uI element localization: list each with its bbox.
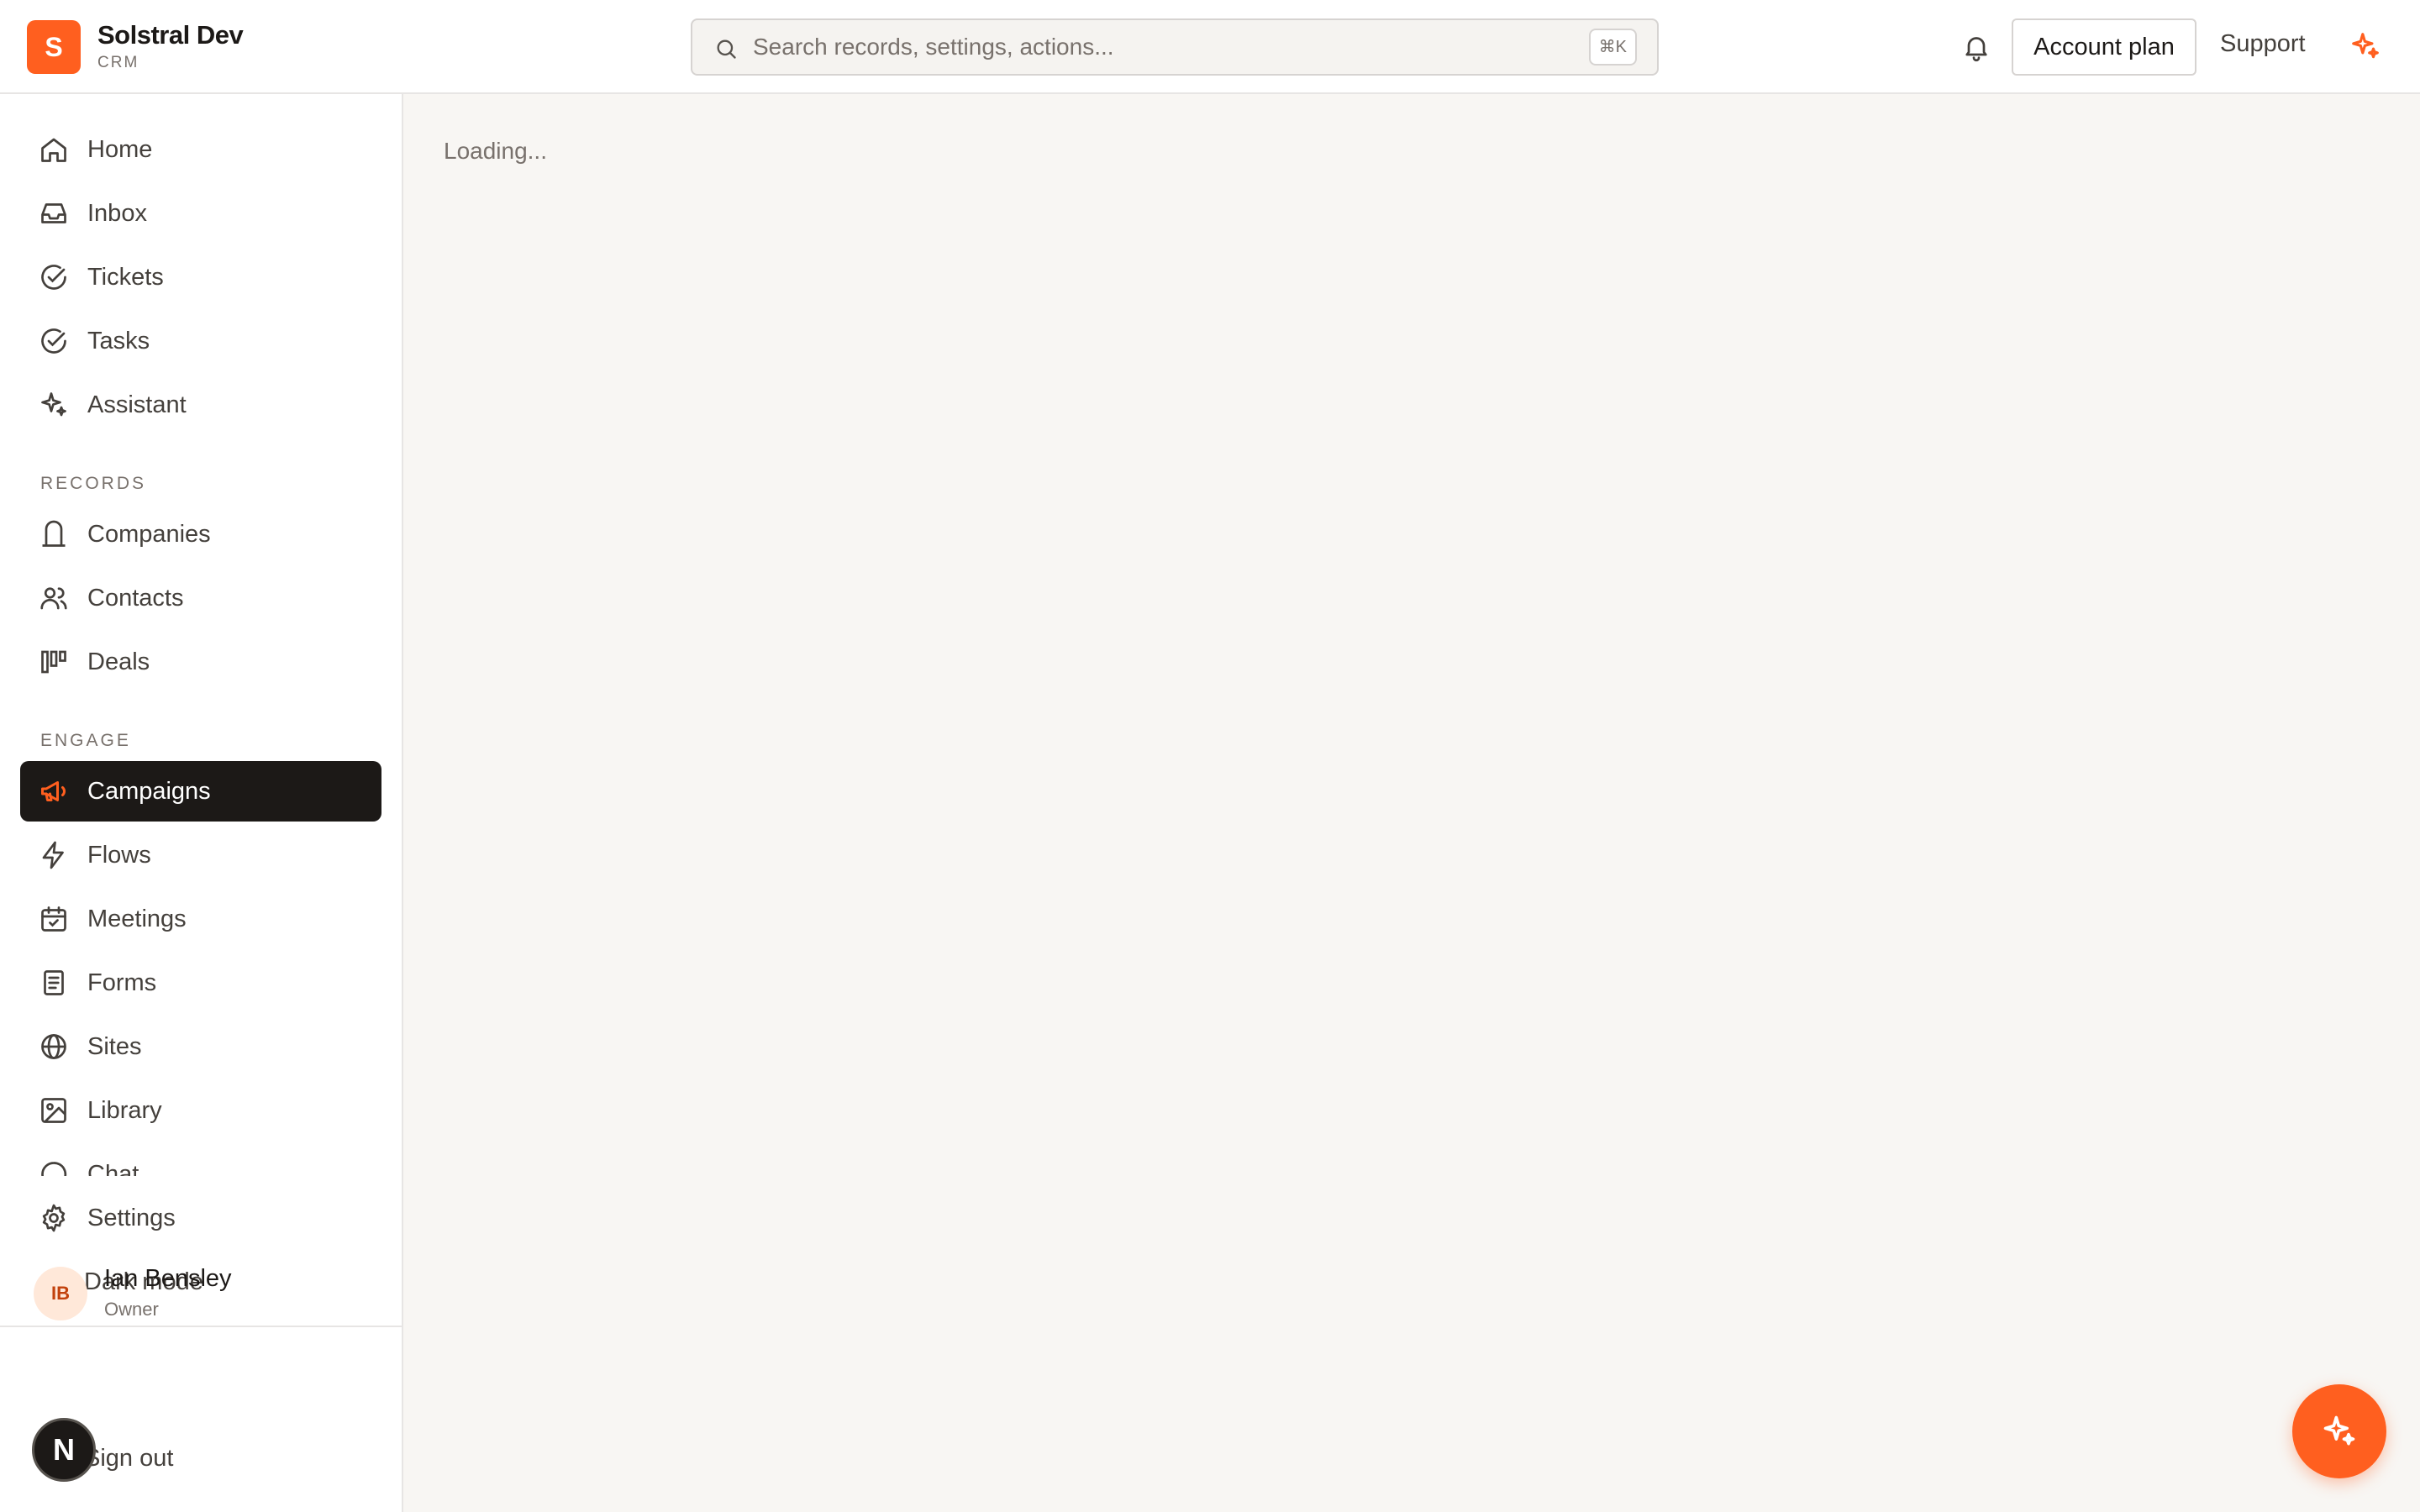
workspace-subtitle: CRM	[97, 54, 139, 71]
users-icon	[40, 587, 67, 610]
sidebar-item-label: Sites	[87, 1033, 142, 1060]
inbox-icon	[41, 203, 66, 223]
sidebar-item-campaigns[interactable]: Campaigns	[20, 761, 381, 822]
sparkle-icon	[41, 392, 66, 417]
sidebar-scroll-area[interactable]: Home Inbox Tickets Tasks Assistant RECOR…	[0, 94, 403, 1176]
user-role: Owner	[104, 1299, 159, 1320]
kanban-icon	[41, 650, 66, 674]
avatar[interactable]: IB	[34, 1267, 87, 1320]
bell-icon[interactable]	[1961, 32, 1991, 62]
home-icon	[41, 138, 66, 162]
check-circle-icon	[41, 328, 66, 354]
sidebar-item-label: Contacts	[87, 585, 184, 612]
sidebar-item-label: Forms	[87, 969, 157, 996]
global-search[interactable]: ⌘K	[691, 18, 1659, 76]
calendar-icon	[41, 906, 66, 932]
sidebar-item-tickets[interactable]: Tickets	[20, 247, 381, 307]
sidebar-item-label: Tickets	[87, 264, 164, 291]
sidebar-item-label: Flows	[87, 842, 151, 869]
section-label-records: RECORDS	[40, 474, 147, 493]
sidebar-item-companies[interactable]: Companies	[20, 504, 381, 564]
sidebar-item-library[interactable]: Library	[20, 1080, 381, 1141]
workspace-name: Solstral Dev	[97, 20, 244, 50]
assistant-fab-button[interactable]	[2292, 1384, 2386, 1478]
loading-text: Loading...	[444, 138, 547, 164]
main-content: Loading...	[403, 94, 2420, 1512]
user-name: Ian Bensley	[104, 1265, 232, 1292]
sidebar-item-label: Inbox	[87, 200, 147, 227]
sparkle-icon[interactable]	[2349, 30, 2381, 62]
sidebar-item-label: Deals	[87, 648, 150, 675]
sidebar-item-label: Settings	[87, 1205, 176, 1231]
chat-icon	[41, 1162, 67, 1176]
dev-tools-badge[interactable]: N	[32, 1418, 96, 1482]
sidebar-item-settings[interactable]: Settings	[20, 1188, 381, 1248]
form-icon	[44, 970, 64, 995]
sidebar-item-label: Meetings	[87, 906, 187, 932]
sidebar-item-label: Tasks	[87, 328, 150, 354]
sign-out-button[interactable]: Sign out	[84, 1445, 173, 1473]
sidebar-item-label: Assistant	[87, 391, 187, 418]
sidebar-item-label: Home	[87, 136, 153, 163]
building-icon	[42, 520, 66, 547]
sidebar-item-home[interactable]: Home	[20, 119, 381, 180]
search-input[interactable]	[753, 30, 1576, 64]
megaphone-icon	[41, 781, 66, 801]
check-circle-icon	[41, 265, 66, 290]
sidebar-item-chat[interactable]: Chat	[20, 1144, 381, 1176]
sparkle-icon	[2323, 1415, 2355, 1446]
globe-icon	[41, 1034, 66, 1059]
sidebar-item-label: Library	[87, 1097, 162, 1124]
account-plan-button[interactable]: Account plan	[2012, 18, 2196, 76]
top-bar: S Solstral Dev CRM ⌘K Account plan Suppo…	[0, 0, 2420, 94]
sidebar-item-flows[interactable]: Flows	[20, 825, 381, 885]
app-logo[interactable]: S	[27, 20, 81, 74]
gear-icon	[42, 1204, 66, 1232]
sidebar-item-label: Companies	[87, 521, 211, 548]
divider	[0, 1326, 403, 1327]
search-shortcut-hint: ⌘K	[1588, 29, 1637, 66]
section-label-engage: ENGAGE	[40, 731, 131, 750]
search-icon	[717, 39, 736, 59]
sidebar-item-label: Campaigns	[87, 778, 211, 805]
sidebar-item-forms[interactable]: Forms	[20, 953, 381, 1013]
sidebar-item-tasks[interactable]: Tasks	[20, 311, 381, 371]
sidebar-item-label: Chat	[87, 1161, 139, 1176]
sidebar-item-inbox[interactable]: Inbox	[20, 183, 381, 244]
sidebar-item-assistant[interactable]: Assistant	[20, 375, 381, 435]
sidebar-item-contacts[interactable]: Contacts	[20, 568, 381, 628]
sidebar-item-sites[interactable]: Sites	[20, 1016, 381, 1077]
sidebar-item-meetings[interactable]: Meetings	[20, 889, 381, 949]
bolt-icon	[42, 841, 64, 869]
image-icon	[41, 1098, 66, 1123]
support-link[interactable]: Support	[2220, 30, 2306, 58]
sidebar-item-deals[interactable]: Deals	[20, 632, 381, 692]
